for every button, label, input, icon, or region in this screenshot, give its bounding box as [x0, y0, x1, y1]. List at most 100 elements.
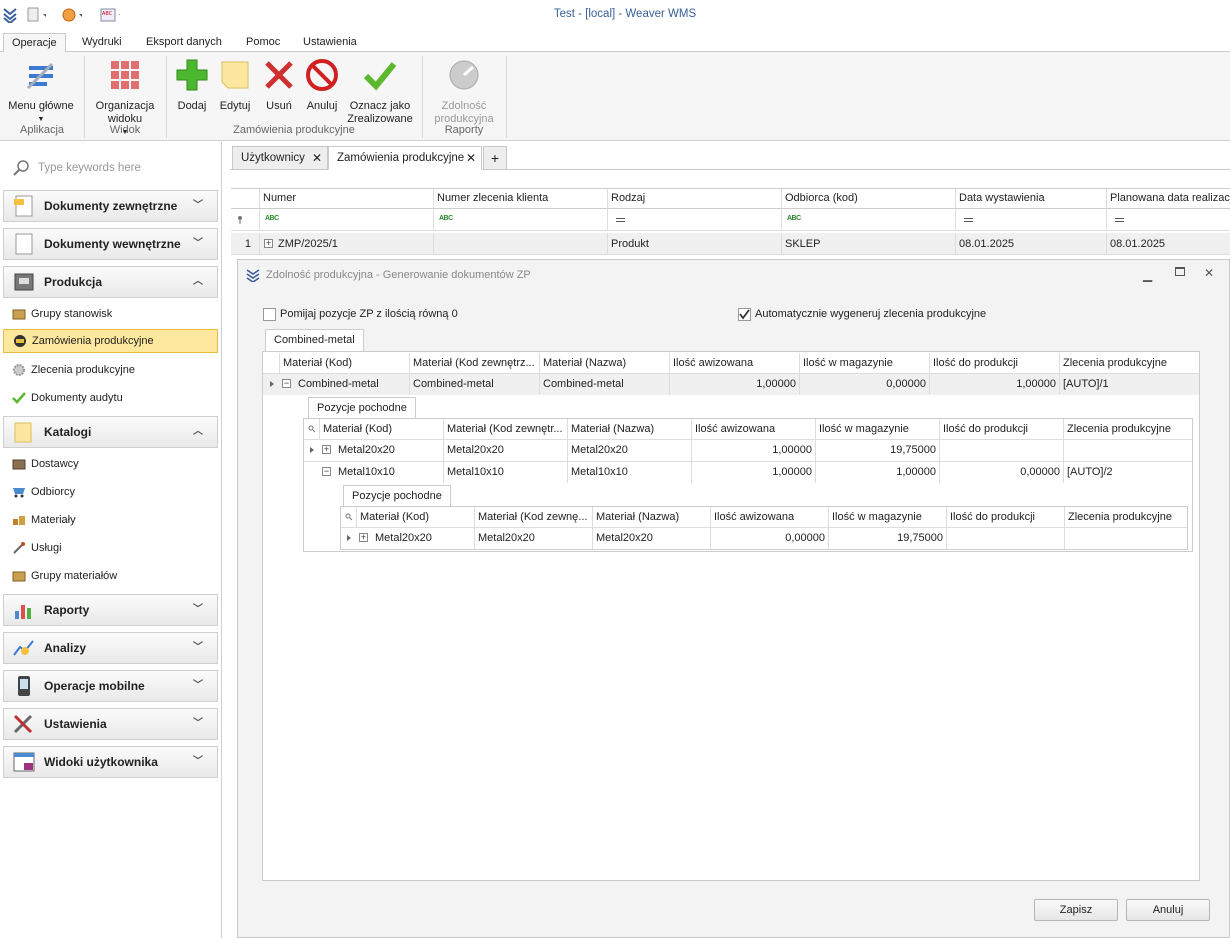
cancel-order-button[interactable]: Anuluj — [303, 58, 341, 113]
table-row[interactable]: − Combined-metal Combined-metal Combined… — [263, 374, 1199, 395]
category-catalogs[interactable]: Katalogi ︿ — [3, 416, 218, 448]
column-header[interactable]: Planowana data realizacji — [1106, 189, 1230, 209]
add-button[interactable]: Dodaj — [173, 58, 211, 113]
column-header[interactable]: Data wystawienia — [955, 189, 1106, 209]
category-internal-docs[interactable]: Dokumenty wewnętrzne ﹀ — [3, 228, 218, 260]
close-icon[interactable]: ✕ — [1204, 266, 1214, 280]
cell-stock-qty: 1,00000 — [815, 462, 939, 483]
category-external-docs[interactable]: Dokumenty zewnętrzne ﹀ — [3, 190, 218, 222]
tab-users[interactable]: Użytkownicy ✕ — [232, 146, 328, 170]
tab-operacje[interactable]: Operacje — [3, 33, 66, 53]
tab-ustawienia[interactable]: Ustawienia — [295, 33, 365, 53]
column-header[interactable]: Ilość w magazynie — [815, 419, 939, 439]
cell-production-qty: 0,00000 — [939, 462, 1063, 483]
tab-eksport[interactable]: Eksport danych — [138, 33, 230, 53]
column-header[interactable]: Zlecenia produkcyjne — [1064, 507, 1187, 527]
sidebar-item-production-orders[interactable]: Zamówienia produkcyjne — [3, 329, 218, 353]
column-header[interactable]: Materiał (Kod) — [319, 419, 443, 439]
tab-derived-items-nested[interactable]: Pozycje pochodne — [343, 485, 451, 507]
tab-production-orders[interactable]: Zamówienia produkcyjne ✕ — [328, 146, 482, 170]
column-header[interactable]: Materiał (Kod zewnętrz... — [409, 353, 539, 373]
column-header[interactable]: Ilość w magazynie — [799, 353, 929, 373]
sidebar-item-production-tasks[interactable]: Zlecenia produkcyjne — [8, 358, 216, 382]
expand-icon[interactable]: + — [264, 239, 273, 248]
filter-cell[interactable]: ABC — [259, 209, 433, 231]
collapse-icon[interactable]: − — [282, 379, 291, 388]
column-header[interactable]: Materiał (Kod) — [279, 353, 409, 373]
table-row[interactable]: 1 + ZMP/2025/1 Produkt SKLEP 08.01.2025 … — [231, 233, 1230, 255]
auto-generate-checkbox[interactable] — [738, 308, 751, 321]
filter-cell[interactable]: ABC — [433, 209, 607, 231]
gear-icon — [13, 364, 25, 376]
table-row[interactable]: − Metal10x10 Metal10x10 Metal10x10 1,000… — [304, 462, 1192, 483]
column-header[interactable]: Ilość do produkcji — [929, 353, 1059, 373]
column-header[interactable]: Numer zlecenia klienta — [433, 189, 607, 209]
column-header[interactable]: Zlecenia produkcyjne — [1059, 353, 1199, 373]
column-header[interactable]: Materiał (Nazwa) — [539, 353, 669, 373]
category-analyses[interactable]: Analizy ﹀ — [3, 632, 218, 664]
column-header[interactable]: Ilość w magazynie — [828, 507, 946, 527]
cancel-button[interactable]: Anuluj — [1126, 899, 1210, 921]
column-header[interactable]: Odbiorca (kod) — [781, 189, 955, 209]
sidebar-item-material-groups[interactable]: Grupy materiałów — [8, 564, 216, 588]
column-header[interactable]: Ilość awizowana — [669, 353, 799, 373]
cell-name: Metal20x20 — [567, 440, 691, 461]
sidebar-item-workstation-groups[interactable]: Grupy stanowisk — [8, 302, 216, 326]
column-header[interactable]: Materiał (Kod) — [356, 507, 474, 527]
expand-icon[interactable]: + — [359, 533, 368, 542]
close-icon[interactable]: ✕ — [466, 151, 476, 165]
orders-grid-header: Numer Numer zlecenia klienta Rodzaj Odbi… — [231, 188, 1230, 209]
table-row[interactable]: + Metal20x20 Metal20x20 Metal20x20 1,000… — [304, 440, 1192, 461]
column-header[interactable]: Ilość awizowana — [691, 419, 815, 439]
category-user-views[interactable]: Widoki użytkownika ﹀ — [3, 746, 218, 778]
table-row[interactable]: + Metal20x20 Metal20x20 Metal20x20 0,000… — [341, 528, 1187, 549]
column-header[interactable]: Ilość do produkcji — [946, 507, 1064, 527]
filter-cell[interactable] — [1106, 209, 1230, 231]
filter-cell[interactable] — [955, 209, 1106, 231]
column-header[interactable]: Zlecenia produkcyjne — [1063, 419, 1192, 439]
bar-chart-icon — [15, 605, 31, 619]
skip-zero-checkbox[interactable] — [263, 308, 276, 321]
sidebar-search-input[interactable]: Type keywords here — [10, 159, 210, 177]
tab-combined-metal[interactable]: Combined-metal — [265, 329, 364, 351]
filter-cell[interactable]: ABC — [781, 209, 955, 231]
category-production[interactable]: Produkcja ︿ — [3, 266, 218, 298]
category-settings[interactable]: Ustawienia ﹀ — [3, 708, 218, 740]
sidebar-item-services[interactable]: Usługi — [8, 536, 216, 560]
column-header[interactable]: Materiał (Kod zewnętr... — [443, 419, 567, 439]
column-header[interactable]: Rodzaj — [607, 189, 781, 209]
sidebar-item-customers[interactable]: Odbiorcy — [8, 480, 216, 504]
sidebar-item-audit-docs[interactable]: Dokumenty audytu — [8, 386, 216, 410]
expand-icon[interactable]: + — [322, 445, 331, 454]
edit-button[interactable]: Edytuj — [216, 58, 254, 113]
cell-production-orders: [AUTO]/1 — [1059, 374, 1199, 395]
tab-pomoc[interactable]: Pomoc — [238, 33, 288, 53]
chevron-down-icon: ﹀ — [193, 718, 203, 729]
collapse-icon[interactable]: − — [322, 467, 331, 476]
column-header[interactable]: Numer — [259, 189, 433, 209]
column-header[interactable]: Ilość do produkcji — [939, 419, 1063, 439]
sidebar-item-materials[interactable]: Materiały — [8, 508, 216, 532]
category-mobile-ops[interactable]: Operacje mobilne ﹀ — [3, 670, 218, 702]
save-button[interactable]: Zapisz — [1034, 899, 1118, 921]
production-capacity-button[interactable]: Zdolność produkcyjna — [428, 58, 500, 126]
category-reports[interactable]: Raporty ﹀ — [3, 594, 218, 626]
column-header[interactable]: Materiał (Nazwa) — [567, 419, 691, 439]
filter-cell[interactable] — [607, 209, 781, 231]
close-icon[interactable]: ✕ — [312, 151, 322, 165]
column-header[interactable]: Ilość awizowana — [710, 507, 828, 527]
mark-done-button[interactable]: Oznacz jako Zrealizowane — [346, 58, 414, 126]
menu-button[interactable]: Menu główne ▼ — [5, 58, 77, 126]
search-icon — [13, 160, 29, 176]
minimize-icon[interactable]: ▁ — [1143, 268, 1152, 282]
maximize-icon[interactable] — [1175, 267, 1185, 276]
column-header[interactable]: Materiał (Nazwa) — [592, 507, 710, 527]
column-header[interactable]: Materiał (Kod zewnę... — [474, 507, 592, 527]
delete-button[interactable]: Usuń — [260, 58, 298, 113]
sidebar-item-suppliers[interactable]: Dostawcy — [8, 452, 216, 476]
tab-wydruki[interactable]: Wydruki — [74, 33, 130, 53]
equals-filter-icon — [1115, 218, 1124, 222]
add-tab-button[interactable]: + — [483, 146, 507, 170]
order-icon — [14, 335, 26, 347]
tab-derived-items[interactable]: Pozycje pochodne — [308, 397, 416, 419]
